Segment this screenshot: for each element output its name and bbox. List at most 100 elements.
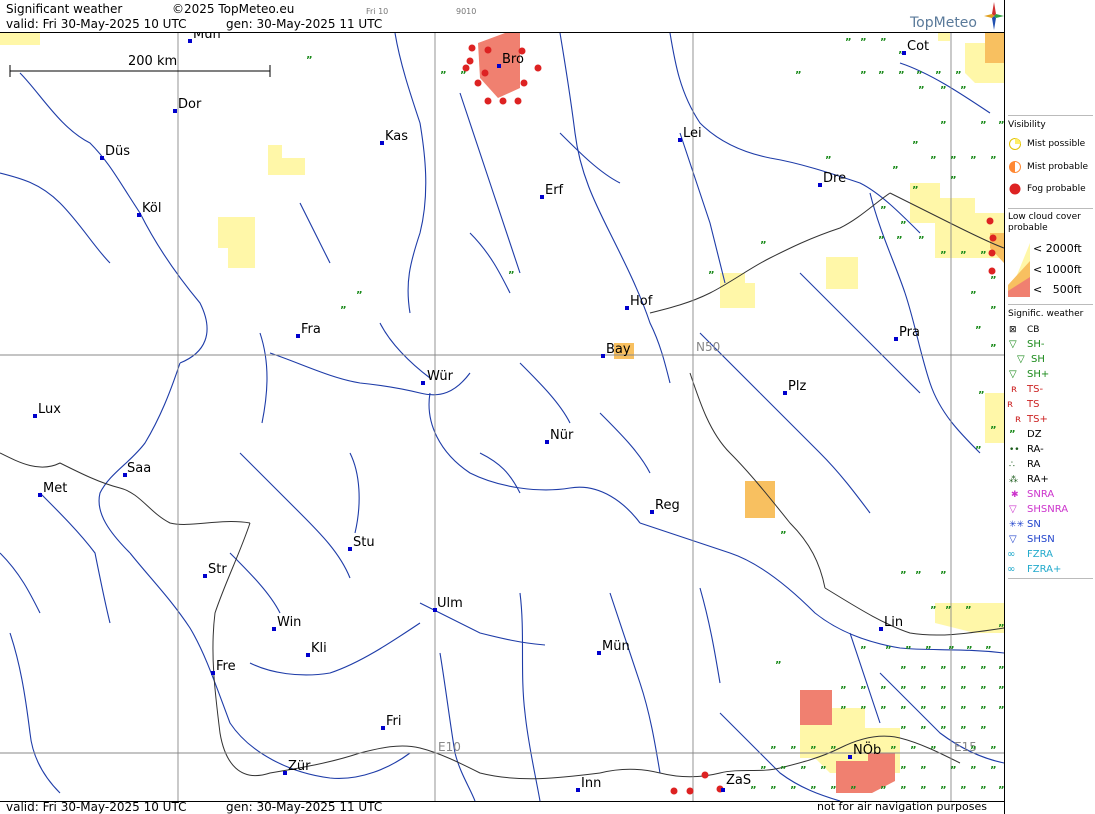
city-fra[interactable]: Fra [296, 322, 321, 338]
mist-possible-icon [1009, 138, 1021, 150]
legend-fzra-plus: ∞ FZRA+ [1007, 564, 1062, 575]
city-inn[interactable]: Inn [576, 776, 601, 792]
shower-light-icon: ▽ [1009, 339, 1017, 350]
svg-text:”: ” [955, 70, 962, 81]
city-zur[interactable]: Zür [283, 759, 311, 775]
cb-icon: ⊠ [1009, 325, 1017, 335]
svg-text:”: ” [760, 240, 767, 251]
svg-text:”: ” [945, 605, 952, 616]
svg-text:”: ” [860, 705, 867, 716]
city-mun-top[interactable]: Mün [188, 27, 221, 43]
fog-dots [462, 44, 997, 795]
city-win[interactable]: Win [272, 615, 301, 631]
svg-text:”: ” [950, 765, 957, 776]
city-nur[interactable]: Nür [545, 428, 574, 444]
small-label-a: Fri 10 [366, 7, 389, 16]
svg-text:”: ” [878, 70, 885, 81]
city-hof[interactable]: Hof [625, 294, 653, 310]
svg-text:”: ” [900, 685, 907, 696]
svg-text:”: ” [915, 570, 922, 581]
svg-text:”: ” [950, 175, 957, 186]
svg-text:”: ” [860, 37, 867, 48]
svg-text:”: ” [440, 70, 447, 81]
city-cot[interactable]: Cot [902, 39, 929, 55]
city-lei[interactable]: Lei [678, 126, 702, 142]
footer-generated-time: gen: 30-May-2025 11 UTC [226, 800, 383, 814]
svg-text:”: ” [892, 165, 899, 176]
city-fri[interactable]: Fri [381, 714, 402, 730]
svg-text:”: ” [900, 220, 907, 231]
svg-text:Mün: Mün [602, 639, 630, 654]
lowcloud-ramp-icon [1008, 243, 1030, 297]
svg-text:”: ” [960, 665, 967, 676]
city-erf[interactable]: Erf [540, 183, 564, 199]
map-canvas: N50 E10 E15 200 km ”””” ”””” ””” ”””” ””… [0, 27, 1005, 802]
drizzle-icon: ” [1009, 429, 1016, 440]
city-kas[interactable]: Kas [380, 129, 408, 145]
legend-sh: ▽ SH [1017, 354, 1045, 365]
svg-text:”: ” [990, 425, 997, 436]
svg-text:Win: Win [277, 615, 301, 630]
city-lux[interactable]: Lux [33, 402, 61, 418]
svg-text:”: ” [760, 765, 767, 776]
shower-heavy-icon: ▽ [1009, 369, 1017, 380]
svg-text:Saa: Saa [127, 461, 151, 476]
svg-text:”: ” [980, 725, 987, 736]
svg-text:”: ” [880, 37, 887, 48]
city-zas[interactable]: ZaS [721, 773, 751, 792]
city-reg[interactable]: Reg [650, 498, 680, 514]
svg-text:Lux: Lux [38, 402, 61, 417]
city-saa[interactable]: Saa [123, 461, 151, 477]
svg-text:”: ” [885, 645, 892, 656]
svg-text:”: ” [920, 765, 927, 776]
city-ulm[interactable]: Ulm [433, 596, 463, 612]
legend-panel: Visibility Mist possible Mist probable F… [1004, 0, 1095, 814]
svg-text:”: ” [780, 530, 787, 541]
svg-text:”: ” [940, 785, 947, 796]
svg-text:”: ” [980, 665, 987, 676]
city-bro[interactable]: Bro [497, 52, 524, 68]
mist-probable-icon [1009, 161, 1021, 173]
rain-light-icon: •• [1009, 445, 1020, 455]
svg-text:”: ” [920, 725, 927, 736]
city-kli[interactable]: Kli [306, 641, 327, 657]
svg-text:”: ” [980, 785, 987, 796]
city-dus[interactable]: Düs [100, 144, 130, 160]
city-wur[interactable]: Wür [421, 369, 454, 385]
svg-text:”: ” [975, 325, 982, 336]
svg-text:”: ” [940, 250, 947, 261]
city-plz[interactable]: Plz [783, 379, 806, 395]
city-dor[interactable]: Dor [173, 97, 202, 113]
city-str[interactable]: Str [203, 562, 227, 578]
svg-text:Wür: Wür [427, 369, 454, 384]
svg-text:Plz: Plz [788, 379, 806, 394]
city-mun[interactable]: Mün [597, 639, 630, 655]
city-fre[interactable]: Fre [211, 659, 236, 675]
svg-text:Bay: Bay [606, 342, 631, 357]
svg-text:”: ” [508, 270, 515, 281]
fog-probable-icon [1009, 183, 1021, 195]
city-met[interactable]: Met [38, 481, 67, 497]
city-nob[interactable]: NÖb [848, 741, 881, 759]
svg-text:”: ” [900, 665, 907, 676]
svg-text:”: ” [795, 70, 802, 81]
svg-text:”: ” [965, 605, 972, 616]
snow-rain-shower-icon: ▽ [1009, 504, 1017, 515]
city-kol[interactable]: Köl [137, 201, 161, 217]
svg-text:Zür: Zür [288, 759, 311, 774]
city-bay[interactable]: Bay [601, 342, 631, 358]
svg-text:”: ” [900, 765, 907, 776]
legend-sn: ✳✳ SN [1009, 519, 1041, 530]
city-stu[interactable]: Stu [348, 535, 375, 551]
svg-text:Str: Str [208, 562, 227, 577]
grid-label-e10: E10 [438, 740, 461, 754]
city-dre[interactable]: Dre [818, 171, 846, 187]
svg-text:Fra: Fra [301, 322, 321, 337]
svg-text:”: ” [990, 275, 997, 286]
city-pra[interactable]: Pra [894, 325, 920, 341]
shower-icon: ▽ [1017, 354, 1025, 365]
small-label-b: 9010 [456, 7, 477, 16]
svg-text:”: ” [810, 745, 817, 756]
city-lin[interactable]: Lin [879, 615, 903, 631]
chart-title: Significant weather [6, 2, 123, 16]
